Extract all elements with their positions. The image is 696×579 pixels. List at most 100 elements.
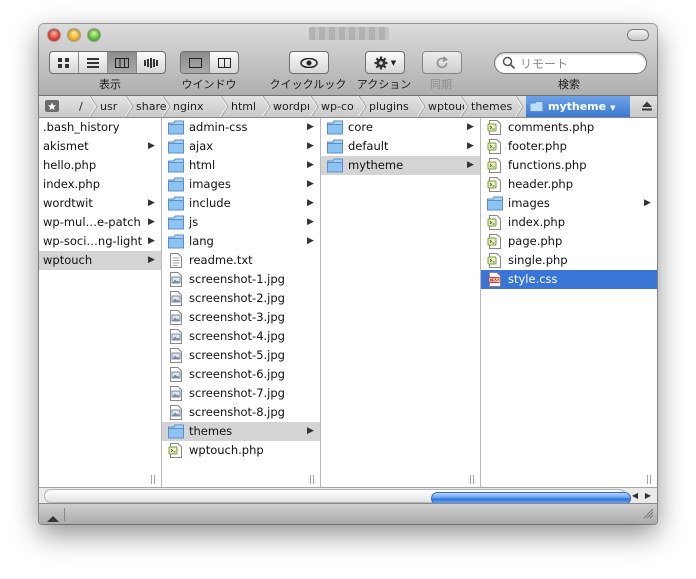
list-item[interactable]: core ▶ bbox=[321, 118, 480, 137]
list-item[interactable]: index.php bbox=[39, 175, 161, 194]
php-file-icon bbox=[487, 120, 501, 135]
sync-button[interactable] bbox=[422, 51, 462, 74]
path-item-10[interactable]: mytheme ▼ bbox=[526, 96, 630, 117]
list-item[interactable]: wp-soci…ng-light ▶ bbox=[39, 232, 161, 251]
list-item[interactable]: wp-mul…e-patch ▶ bbox=[39, 213, 161, 232]
column-3[interactable]: core ▶ default ▶ mytheme ▶ || bbox=[321, 118, 481, 487]
list-item[interactable]: akismet ▶ bbox=[39, 137, 161, 156]
list-item[interactable]: js ▶ bbox=[162, 213, 320, 232]
scroll-right-arrow-icon[interactable]: ▶ bbox=[642, 489, 654, 502]
list-item[interactable]: readme.txt bbox=[162, 251, 320, 270]
list-item[interactable]: hello.php bbox=[39, 156, 161, 175]
list-item[interactable]: footer.php bbox=[481, 137, 657, 156]
list-view-button[interactable] bbox=[79, 52, 108, 73]
dual-pane-button[interactable] bbox=[210, 52, 238, 73]
list-item[interactable]: index.php bbox=[481, 213, 657, 232]
list-item[interactable]: images ▶ bbox=[481, 194, 657, 213]
image-file-icon bbox=[170, 329, 182, 344]
resize-grip-icon[interactable] bbox=[643, 504, 654, 523]
scroll-left-arrow-icon[interactable]: ◀ bbox=[629, 489, 641, 502]
list-item[interactable]: .bash_history bbox=[39, 118, 161, 137]
path-item-5[interactable]: wordpr bbox=[273, 96, 309, 117]
toolbar-toggle-button[interactable] bbox=[627, 29, 649, 41]
search-field[interactable]: リモート bbox=[494, 52, 647, 74]
path-item-3[interactable]: nginx bbox=[173, 96, 215, 117]
column-view-button[interactable] bbox=[108, 52, 137, 73]
list-item[interactable]: wordtwit ▶ bbox=[39, 194, 161, 213]
search-label: 検索 bbox=[558, 78, 580, 91]
list-item[interactable]: single.php bbox=[481, 251, 657, 270]
column-2[interactable]: admin-css ▶ ajax ▶ html ▶ images ▶ include ▶ js ▶ la… bbox=[162, 118, 321, 487]
list-item[interactable]: admin-css ▶ bbox=[162, 118, 320, 137]
list-item[interactable]: comments.php bbox=[481, 118, 657, 137]
disclosure-arrow-icon: ▶ bbox=[307, 122, 314, 132]
list-item[interactable]: screenshot-2.jpg bbox=[162, 289, 320, 308]
disclosure-arrow-icon: ▶ bbox=[307, 198, 314, 208]
column-1[interactable]: .bash_history akismet ▶ hello.php index.php w… bbox=[39, 118, 162, 487]
item-label: images bbox=[189, 177, 231, 191]
item-label: .bash_history bbox=[43, 120, 120, 134]
folder-icon bbox=[168, 234, 184, 249]
path-item-1[interactable]: usr bbox=[100, 96, 128, 117]
list-item[interactable]: screenshot-1.jpg bbox=[162, 270, 320, 289]
scroll-track[interactable] bbox=[44, 489, 631, 505]
favorites-icon[interactable] bbox=[44, 99, 60, 113]
disclosure-arrow-icon: ▶ bbox=[148, 217, 155, 227]
php-file-icon bbox=[487, 234, 501, 249]
coverflow-icon bbox=[144, 57, 158, 68]
list-item[interactable]: functions.php bbox=[481, 156, 657, 175]
coverflow-view-button[interactable] bbox=[137, 52, 165, 73]
action-menu-button[interactable]: ▼ bbox=[365, 51, 405, 74]
list-item[interactable]: themes ▶ bbox=[162, 422, 320, 441]
text-file-icon bbox=[170, 253, 182, 268]
gear-icon bbox=[374, 56, 388, 69]
list-item[interactable]: ajax ▶ bbox=[162, 137, 320, 156]
list-item[interactable]: screenshot-4.jpg bbox=[162, 327, 320, 346]
list-item[interactable]: images ▶ bbox=[162, 175, 320, 194]
list-item[interactable]: include ▶ bbox=[162, 194, 320, 213]
icon-view-button[interactable] bbox=[50, 52, 79, 73]
list-item[interactable]: wptouch ▶ bbox=[39, 251, 161, 270]
horizontal-scrollbar[interactable]: ◀ ▶ bbox=[39, 487, 657, 505]
column-resize-handle[interactable]: || bbox=[646, 475, 652, 485]
path-item-7[interactable]: plugins bbox=[369, 96, 411, 117]
list-item[interactable]: CSS style.css bbox=[481, 270, 657, 289]
disclosure-arrow-icon: ▶ bbox=[467, 141, 474, 151]
path-bar: / usr share nginx html wordpr wp-co plugins wpto… bbox=[39, 96, 657, 118]
zoom-button[interactable] bbox=[88, 29, 100, 41]
path-item-8[interactable]: wptouc bbox=[428, 96, 464, 117]
list-item[interactable]: screenshot-3.jpg bbox=[162, 308, 320, 327]
folder-icon bbox=[168, 215, 184, 230]
column-4[interactable]: comments.php footer.php functions.php heade… bbox=[481, 118, 657, 487]
eject-icon[interactable] bbox=[641, 100, 653, 115]
column-browser: .bash_history akismet ▶ hello.php index.php w… bbox=[39, 118, 657, 487]
list-item[interactable]: header.php bbox=[481, 175, 657, 194]
column-resize-handle[interactable]: || bbox=[469, 475, 475, 485]
item-label: html bbox=[189, 158, 216, 172]
single-pane-button[interactable] bbox=[181, 52, 210, 73]
minimize-button[interactable] bbox=[68, 29, 80, 41]
sidebar-toggle-button[interactable] bbox=[44, 508, 65, 522]
list-item[interactable]: screenshot-8.jpg bbox=[162, 403, 320, 422]
path-item-6[interactable]: wp-co bbox=[321, 96, 361, 117]
list-item[interactable]: screenshot-5.jpg bbox=[162, 346, 320, 365]
image-file-icon bbox=[170, 405, 182, 420]
list-item[interactable]: lang ▶ bbox=[162, 232, 320, 251]
list-item[interactable]: screenshot-7.jpg bbox=[162, 384, 320, 403]
path-item-9[interactable]: themes bbox=[471, 96, 513, 117]
folder-icon bbox=[168, 158, 184, 173]
list-item[interactable]: default ▶ bbox=[321, 137, 480, 156]
list-item[interactable]: html ▶ bbox=[162, 156, 320, 175]
close-button[interactable] bbox=[48, 29, 60, 41]
list-item[interactable]: screenshot-6.jpg bbox=[162, 365, 320, 384]
list-item[interactable]: page.php bbox=[481, 232, 657, 251]
path-item-4[interactable]: html bbox=[231, 96, 265, 117]
quicklook-button[interactable] bbox=[289, 51, 329, 74]
column-resize-handle[interactable]: || bbox=[150, 475, 156, 485]
list-item[interactable]: wptouch.php bbox=[162, 441, 320, 460]
column-resize-handle[interactable]: || bbox=[309, 475, 315, 485]
view-segmented-control bbox=[49, 51, 166, 74]
columns-icon bbox=[115, 57, 129, 68]
list-item[interactable]: mytheme ▶ bbox=[321, 156, 480, 175]
php-file-icon bbox=[168, 443, 182, 458]
